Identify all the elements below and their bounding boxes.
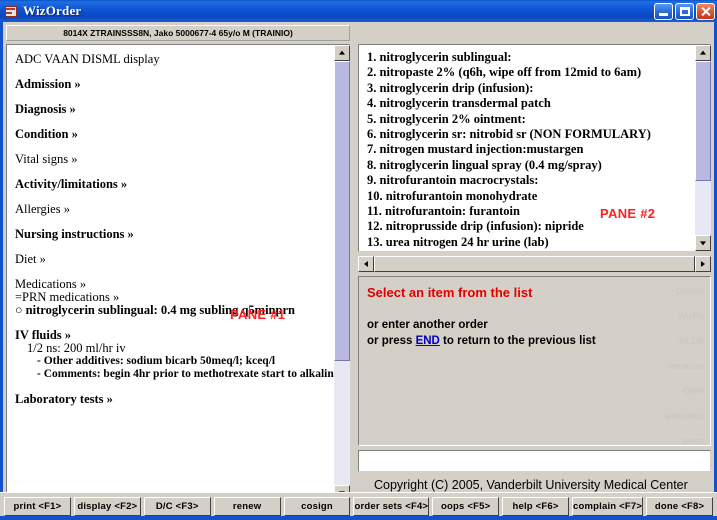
prompt-title: Select an item from the list [367,285,533,300]
copyright-text: Copyright (C) 2005, Vanderbilt Universit… [374,478,688,492]
window-title: WizOrder [23,3,82,18]
left-border [0,22,3,520]
function-key-button[interactable]: renew [213,497,281,516]
function-key-button[interactable]: oops <F5> [432,497,500,516]
pane-1-content: ADC VAAN DISML display Admission » Diagnos… [7,45,335,501]
pane-1-line[interactable]: - Comments: begin 4hr prior to methotrex… [15,368,335,381]
pane-2-annotation: PANE #2 [600,206,656,221]
module-label[interactable]: alerts [604,429,704,445]
scroll-thumb[interactable] [695,61,711,181]
pane-2-vertical-scrollbar[interactable] [695,45,711,251]
function-key-button[interactable]: done <F8> [646,497,714,516]
prompt-line-2-after: to return to the previous list [439,335,596,347]
module-label[interactable]: MLDB [604,329,704,354]
close-icon[interactable] [696,2,715,20]
maximize-button[interactable] [675,2,694,20]
scroll-track[interactable] [334,61,350,485]
prompt-line-1: or enter another order [367,319,488,331]
scroll-thumb[interactable] [334,61,350,361]
scroll-down-button[interactable] [695,235,711,251]
pane-2-order-list[interactable]: 1. nitroglycerin sublingual: 2. nitropast… [358,44,711,252]
end-key-hint: END [415,335,440,347]
function-key-button[interactable]: D/C <F3> [143,497,211,516]
prompt-line-2-before: or press [367,335,416,347]
pane-1-order-summary[interactable]: ADC VAAN DISML display Admission » Diagnos… [6,44,350,502]
pane-1-line[interactable]: Nursing instructions » [15,228,331,241]
pane-3-prompt: Select an item from the list or enter an… [358,276,711,446]
function-key-button[interactable]: cosign [283,497,351,516]
order-list-item[interactable]: 5. nitroglycerin 2% ointment: [367,112,693,127]
scroll-thumb-horizontal[interactable] [374,256,695,272]
app-icon [4,4,19,19]
scroll-left-button[interactable] [358,256,374,272]
title-bar: WizOrder [0,0,717,22]
patient-banner: 8014X ZTRAINSSS8N, Jako 5000677-4 65y/o … [6,25,350,41]
module-label[interactable]: antibiotics [604,404,704,429]
pane-1-line[interactable]: Allergies » [15,203,331,216]
scroll-track-horizontal[interactable] [374,256,695,272]
order-entry-field-wrap[interactable] [358,450,711,472]
minimize-button[interactable] [654,2,673,20]
pane-1-line[interactable]: Admission » [15,78,331,91]
bottom-border [0,516,717,520]
wizorder-window: WizOrder 8014X ZTRAINSSS8N, Jako 5000677… [0,0,717,520]
pane-1-line[interactable]: Condition » [15,128,331,141]
pane-1-line[interactable]: Laboratory tests » [15,393,331,406]
order-list-item[interactable]: 3. nitroglycerin drip (infusion): [367,81,693,96]
pane-1-line[interactable]: Activity/limitations » [15,178,331,191]
function-key-button[interactable]: order sets <F4> [353,497,430,516]
order-list-item[interactable]: 7. nitrogen mustard injection:mustargen [367,142,693,157]
pane-1-line[interactable]: ADC VAAN DISML display [15,53,331,66]
order-list-item[interactable]: 8. nitroglycerin lingual spray (0.4 mg/s… [367,158,693,173]
patient-banner-text: 8014X ZTRAINSSS8N, Jako 5000677-4 65y/o … [63,28,293,38]
module-label[interactable]: GenRx [604,279,704,304]
function-key-button[interactable]: help <F6> [502,497,569,516]
order-list-item[interactable]: 10. nitrofurantoin monohydrate [367,189,693,204]
order-list-item[interactable]: 9. nitrofurantoin macrocrystals: [367,173,693,188]
module-label[interactable]: literature [604,354,704,379]
order-list-item[interactable]: 6. nitroglycerin sr: nitrobid sr (NON FO… [367,127,693,142]
pane-1-annotation: PANE #1 [230,307,286,322]
pane-2-horizontal-scrollbar[interactable] [358,256,711,272]
prompt-line-2: or press END to return to the previous l… [367,335,596,347]
module-label[interactable]: WizRx [604,304,704,329]
scroll-up-button[interactable] [695,45,711,61]
window-controls [654,2,715,20]
order-list-item[interactable]: 1. nitroglycerin sublingual: [367,50,693,65]
pane-1-line[interactable]: Diet » [15,253,331,266]
scroll-up-button[interactable] [334,45,350,61]
order-list-item[interactable]: 13. urea nitrogen 24 hr urine (lab) [367,235,693,250]
order-entry-input[interactable] [359,451,710,471]
function-key-button[interactable]: display <F2> [73,497,141,516]
order-list-item[interactable]: 4. nitroglycerin transdermal patch [367,96,693,111]
module-watermark-list: GenRx WizRx MLDB literature OMR antibiotics al… [604,279,704,445]
pane-1-line[interactable]: Diagnosis » [15,103,331,116]
order-list-item[interactable]: 2. nitropaste 2% (q6h, wipe off from 12m… [367,65,693,80]
order-list-item[interactable]: 12. nitroprusside drip (infusion): nipri… [367,219,693,234]
module-label[interactable]: OMR [604,379,704,404]
scroll-track[interactable] [695,61,711,235]
pane-1-vertical-scrollbar[interactable] [334,45,350,501]
pane-1-line[interactable]: Vital signs » [15,153,331,166]
pane-1-line[interactable]: 1/2 ns: 200 ml/hr iv [15,342,331,355]
function-key-button[interactable]: complain <F7> [572,497,644,516]
function-key-button[interactable]: print <F1> [4,497,71,516]
scroll-right-button[interactable] [695,256,711,272]
pane-1-line[interactable]: - Other additives: sodium bicarb 50meq/l… [15,355,331,368]
client-area: 8014X ZTRAINSSS8N, Jako 5000677-4 65y/o … [0,22,717,520]
